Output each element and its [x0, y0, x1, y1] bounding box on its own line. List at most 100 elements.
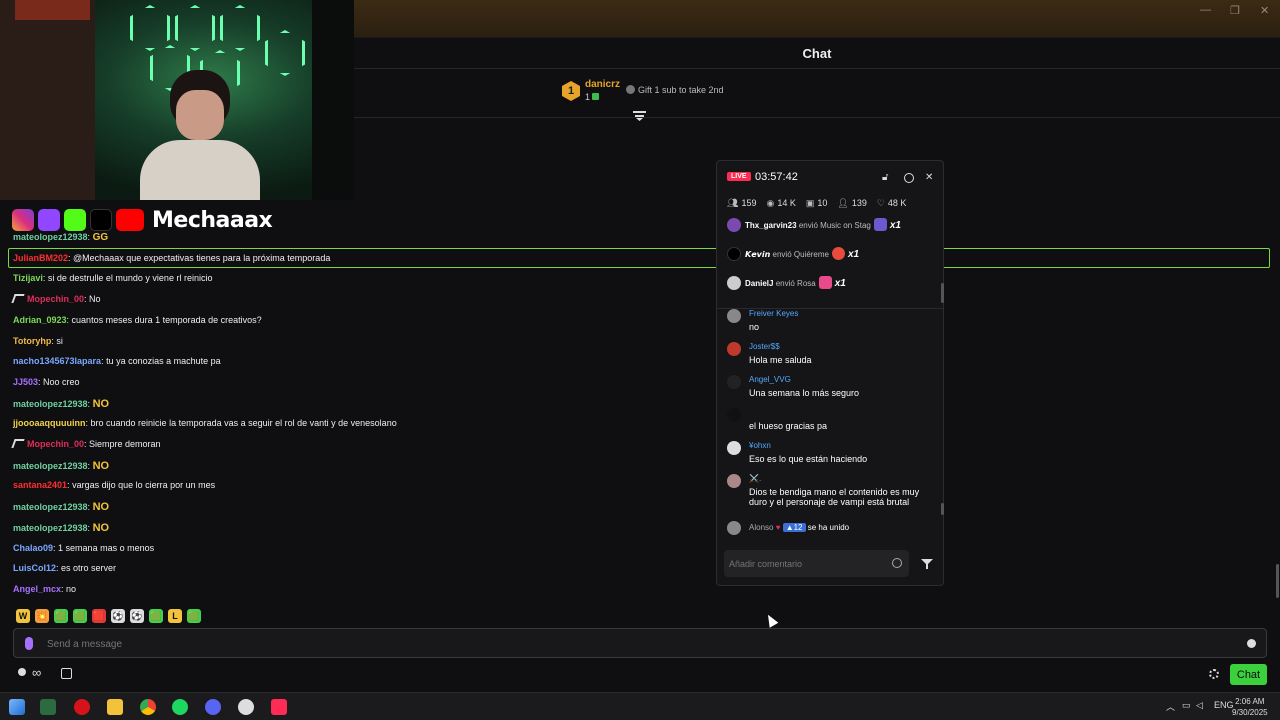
- chat-username[interactable]: Chalao09: [13, 543, 53, 553]
- comment-username[interactable]: Angel_VVG: [749, 375, 791, 384]
- close-icon[interactable]: ✕: [925, 173, 935, 183]
- avatar[interactable]: [727, 342, 741, 356]
- settings-icon[interactable]: [904, 173, 914, 183]
- comment-username[interactable]: ¥ohxn: [749, 441, 771, 450]
- comment-username[interactable]: Freiver Keyes: [749, 309, 798, 318]
- discord-icon[interactable]: [205, 699, 221, 715]
- chat-input[interactable]: [47, 635, 1227, 653]
- chat-username[interactable]: mateolopez12938: [13, 461, 88, 471]
- chat-username[interactable]: mateolopez12938: [13, 232, 88, 242]
- chat-username[interactable]: Adrian_0923: [13, 315, 67, 325]
- obs-icon[interactable]: [238, 699, 254, 715]
- avatar[interactable]: [727, 441, 741, 455]
- emote-button[interactable]: 🟥: [92, 609, 106, 623]
- chat-username[interactable]: LuisCol12: [13, 563, 56, 573]
- emote-button[interactable]: L: [168, 609, 182, 623]
- points-icon[interactable]: [18, 668, 26, 676]
- emote-picker-icon[interactable]: [1247, 639, 1256, 648]
- gift-hint[interactable]: Gift 1 sub to take 2nd: [626, 85, 724, 95]
- avatar[interactable]: [727, 474, 741, 488]
- chat-actions: ∞ Chat: [0, 664, 1280, 686]
- comment-text: Dios te bendiga mano el contenido es muy…: [749, 487, 920, 507]
- comment-box[interactable]: [724, 550, 909, 577]
- tray-chevron-icon[interactable]: ︿: [1166, 700, 1175, 713]
- gifter-name[interactable]: danicrz: [585, 79, 620, 90]
- gift-icon: ▣: [805, 198, 815, 208]
- opera-icon[interactable]: [74, 699, 90, 715]
- chat-send-button[interactable]: Chat: [1230, 664, 1267, 685]
- gift-item-icon: [873, 218, 887, 231]
- emote-button[interactable]: 🟩: [149, 609, 163, 623]
- chat-username[interactable]: JJ503: [13, 377, 38, 387]
- avatar[interactable]: [727, 375, 741, 389]
- page-scrollbar[interactable]: [1276, 564, 1279, 598]
- chat-username[interactable]: nacho1345673lapara: [13, 356, 101, 366]
- likes-stat: ♡ 48 K: [876, 198, 907, 208]
- avatar[interactable]: [727, 408, 741, 422]
- app-icon[interactable]: [40, 699, 56, 715]
- comment-text: no: [749, 322, 760, 332]
- settings-icon[interactable]: [1209, 669, 1219, 679]
- comment-username[interactable]: ⚔️.: [749, 474, 761, 483]
- comment-input[interactable]: [729, 555, 889, 572]
- emote-button[interactable]: 🟩: [73, 609, 87, 623]
- emote-button[interactable]: ⚽: [130, 609, 144, 623]
- emote-button[interactable]: W: [16, 609, 30, 623]
- chat-username[interactable]: mateolopez12938: [13, 523, 88, 533]
- store-icon[interactable]: [61, 668, 72, 679]
- chat-username[interactable]: santana2401: [13, 480, 67, 490]
- chat-input-box[interactable]: [13, 628, 1267, 658]
- chat-title: Chat: [802, 46, 832, 61]
- windows-start-icon[interactable]: [9, 699, 25, 715]
- send-icon[interactable]: [921, 558, 933, 570]
- chat-text: cuantos meses dura 1 temporada de creati…: [71, 314, 262, 325]
- emote-button[interactable]: 🟩: [187, 609, 201, 623]
- minimize-button[interactable]: —: [1200, 4, 1211, 16]
- chat-username[interactable]: Angel_mcx: [13, 584, 61, 594]
- emoji-icon[interactable]: [892, 558, 902, 568]
- chat-username[interactable]: Totoryhp: [13, 336, 51, 346]
- chat-message: LuisCol12: es otro server: [13, 563, 117, 574]
- emote-bar: W 💥 🟩 🟩 🟥 ⚽ ⚽ 🟩 L 🟩: [16, 609, 201, 623]
- lock-icon[interactable]: 🔓︎: [882, 173, 892, 183]
- chrome-icon[interactable]: [140, 699, 156, 715]
- follow-icon: 👤︎: [837, 198, 849, 208]
- mouse-cursor: [763, 612, 779, 628]
- file-explorer-icon[interactable]: [107, 699, 123, 715]
- emote-button[interactable]: ⚽: [111, 609, 125, 623]
- chat-username[interactable]: Mopechin_00: [27, 294, 84, 304]
- chat-username[interactable]: jjoooaaqquuuinn: [13, 418, 86, 428]
- restore-button[interactable]: ❐: [1230, 4, 1240, 17]
- comments-scrollbar[interactable]: [941, 503, 944, 515]
- chat-text: No: [89, 294, 101, 305]
- tiktok-live-studio-icon[interactable]: [271, 699, 287, 715]
- emote-button[interactable]: 💥: [35, 609, 49, 623]
- filter-icon[interactable]: [633, 111, 646, 121]
- volume-icon[interactable]: ◁: [1196, 700, 1203, 711]
- language-indicator[interactable]: ENG: [1214, 700, 1234, 710]
- emote-button[interactable]: 🟩: [54, 609, 68, 623]
- instagram-icon: [12, 209, 34, 231]
- chat-emote: NO: [92, 501, 110, 514]
- gift-scrollbar[interactable]: [941, 283, 944, 303]
- tiktok-icon: [90, 209, 112, 231]
- mic-icon[interactable]: [25, 637, 33, 650]
- streamer: [140, 70, 260, 200]
- infinity-icon[interactable]: ∞: [32, 665, 41, 680]
- views-stat: ◉ 14 K: [766, 198, 796, 208]
- chat-username[interactable]: mateolopez12938: [13, 399, 88, 409]
- close-button[interactable]: ✕: [1260, 4, 1269, 17]
- chat-username[interactable]: JulianBM202: [13, 253, 68, 263]
- network-icon[interactable]: ▭: [1182, 700, 1191, 711]
- comment-username[interactable]: Joster$$: [749, 342, 780, 351]
- chat-username[interactable]: Tizijavi: [13, 273, 43, 283]
- chat-username[interactable]: Mopechin_00: [27, 439, 84, 449]
- chat-username[interactable]: mateolopez12938: [13, 502, 88, 512]
- avatar[interactable]: [727, 309, 741, 323]
- spotify-icon[interactable]: [172, 699, 188, 715]
- chat-message: Angel_mcx: no: [13, 583, 77, 594]
- chat-message: JJ503: Noo creo: [13, 376, 80, 387]
- chat-message: Totoryhp: si: [13, 335, 63, 346]
- viewers-stat: 👥︎ 159: [727, 198, 757, 208]
- taskbar-clock[interactable]: 2:06 AM 9/30/2025: [1232, 696, 1268, 718]
